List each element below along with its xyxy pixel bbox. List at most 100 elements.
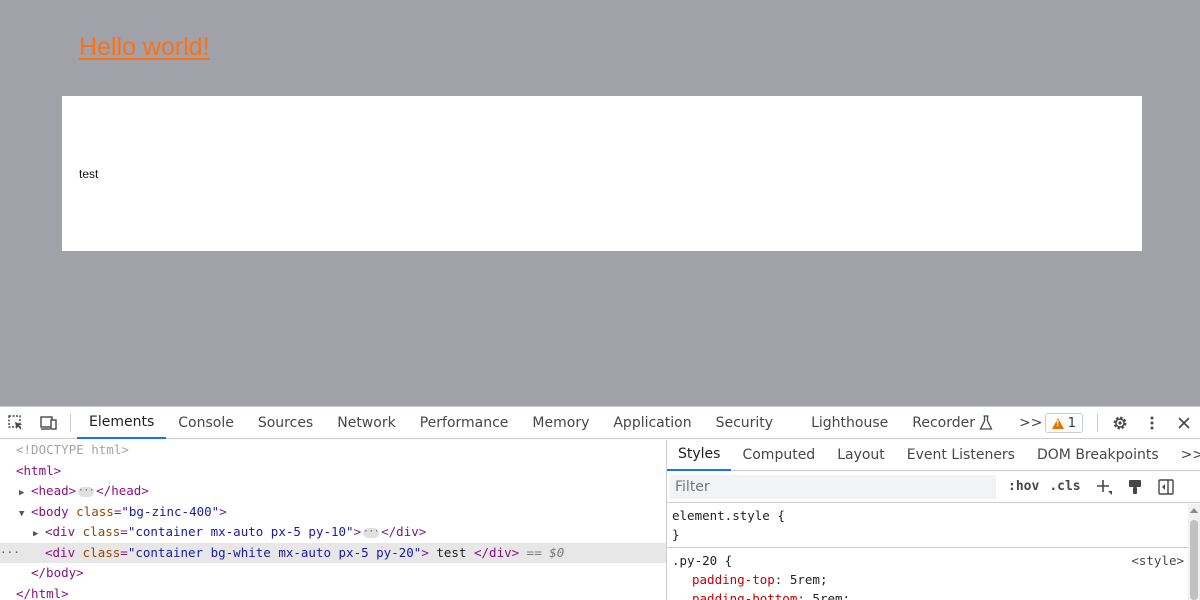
div2-open-tag: <div bbox=[45, 544, 76, 560]
elements-tree: <!DOCTYPE html> <html> ▶ <head> ··· </head>… bbox=[0, 440, 666, 600]
devtools-body: <!DOCTYPE html> <html> ▶ <head> ··· </head>… bbox=[0, 440, 1200, 600]
warning-icon bbox=[1051, 417, 1064, 429]
element-style-rule[interactable]: element.style { } bbox=[667, 503, 1200, 548]
devtools-toolbar: Elements Console Sources Network Perform… bbox=[0, 407, 1200, 439]
tab-memory[interactable]: Memory bbox=[520, 407, 601, 439]
add-rule-icon[interactable] bbox=[1095, 478, 1113, 496]
tab-recorder[interactable]: Recorder bbox=[900, 407, 979, 439]
div2-class-attr: class bbox=[82, 544, 121, 560]
div2-open-end: > bbox=[421, 544, 429, 560]
paint-brush-icon[interactable] bbox=[1127, 478, 1143, 496]
dom-node-div-1[interactable]: ▶ <div class="container mx-auto px-5 py-1… bbox=[0, 522, 666, 543]
hover-state-button[interactable]: :hov bbox=[1008, 479, 1039, 494]
tab-computed[interactable]: Computed bbox=[731, 440, 826, 471]
dom-node-html-close[interactable]: </html> bbox=[0, 584, 666, 600]
device-toolbar-icon[interactable] bbox=[32, 407, 64, 439]
head-open-tag: <head> bbox=[31, 483, 77, 498]
collapsed-ellipsis-icon[interactable]: ··· bbox=[78, 486, 94, 497]
styles-filter-row: :hov .cls bbox=[667, 471, 1200, 503]
style-source-link[interactable]: <style> bbox=[1131, 551, 1184, 570]
flask-icon bbox=[979, 414, 993, 431]
div2-text: test bbox=[428, 544, 474, 560]
dom-node-head[interactable]: ▶ <head> ··· </head> bbox=[0, 481, 666, 502]
prop-colon: : bbox=[774, 572, 790, 587]
container-text: test bbox=[79, 167, 99, 181]
scrollbar-thumb[interactable] bbox=[1190, 520, 1198, 600]
body-class-value: "bg-zinc-400" bbox=[121, 503, 220, 519]
tab-layout[interactable]: Layout bbox=[826, 440, 896, 471]
div1-close-tag: </div> bbox=[381, 524, 427, 539]
class-toggle-button[interactable]: .cls bbox=[1049, 479, 1080, 494]
py-20-selector: .py-20 { bbox=[672, 553, 733, 568]
toolbar-divider bbox=[70, 413, 71, 432]
warnings-badge[interactable]: 1 bbox=[1044, 413, 1083, 433]
body-open-end: > bbox=[219, 503, 227, 519]
tab-event-listeners[interactable]: Event Listeners bbox=[896, 440, 1026, 471]
div2-class-value: "container bg-white mx-auto px-5 py-20" bbox=[127, 544, 422, 560]
toolbar-divider-right bbox=[1097, 414, 1098, 432]
toggle-sidebar-icon[interactable] bbox=[1157, 478, 1175, 496]
inspect-element-icon[interactable] bbox=[0, 407, 32, 439]
tab-performance[interactable]: Performance bbox=[408, 407, 521, 439]
eq-sign: = bbox=[120, 544, 128, 560]
dom-node-body-close[interactable]: </body> bbox=[0, 563, 666, 584]
dom-node-body[interactable]: ▼ <body class="bg-zinc-400"> bbox=[0, 502, 666, 523]
tab-network[interactable]: Network bbox=[325, 407, 407, 439]
prop-name: padding-top bbox=[692, 572, 775, 587]
css-declaration[interactable]: padding-top: 5rem; bbox=[672, 570, 1195, 589]
css-declaration[interactable]: padding-bottom: 5rem; bbox=[672, 589, 1195, 600]
div1-class-value: "container mx-auto px-5 py-10" bbox=[127, 524, 354, 539]
prop-value: 5rem; bbox=[789, 572, 828, 587]
tab-sources[interactable]: Sources bbox=[246, 407, 325, 439]
devtools-panel: Elements Console Sources Network Perform… bbox=[0, 406, 1200, 600]
tab-application[interactable]: Application bbox=[601, 407, 703, 439]
styles-scrollbar[interactable] bbox=[1188, 504, 1200, 600]
div1-class-attr: class bbox=[82, 524, 121, 539]
tab-lighthouse[interactable]: Lighthouse bbox=[799, 407, 900, 439]
dom-node-doctype[interactable]: <!DOCTYPE html> bbox=[0, 440, 666, 461]
kebab-menu-icon[interactable] bbox=[1136, 407, 1168, 439]
tab-console[interactable]: Console bbox=[166, 407, 246, 439]
styles-filter-input[interactable] bbox=[670, 474, 996, 499]
tab-security[interactable]: Security bbox=[704, 407, 800, 439]
tab-elements[interactable]: Elements bbox=[77, 407, 167, 439]
white-container: test bbox=[62, 96, 1142, 251]
prop-value: 5rem; bbox=[812, 591, 851, 600]
collapse-triangle-icon[interactable]: ▼ bbox=[19, 504, 31, 525]
close-icon[interactable] bbox=[1168, 407, 1200, 439]
element-style-selector: element.style { bbox=[672, 508, 785, 523]
html-close-tag: </html> bbox=[16, 585, 69, 600]
warning-count: 1 bbox=[1067, 415, 1076, 431]
scroll-up-arrow-icon[interactable] bbox=[1190, 508, 1198, 513]
element-style-close: } bbox=[672, 527, 680, 542]
tab-dom-breakpoints[interactable]: DOM Breakpoints bbox=[1026, 440, 1170, 471]
gutter-dots[interactable]: ··· bbox=[0, 543, 20, 564]
sidebar-tabs: Styles Computed Layout Event Listeners D… bbox=[667, 440, 1200, 471]
expand-triangle-icon[interactable]: ▶ bbox=[33, 524, 45, 545]
prop-colon: : bbox=[797, 591, 813, 600]
body-open-tag: <body bbox=[31, 503, 69, 519]
div2-close-tag: </div> bbox=[474, 544, 520, 560]
prop-name: padding-bottom bbox=[692, 591, 798, 600]
dom-node-div-2-selected[interactable]: ··· <div class="container bg-white mx-aut… bbox=[0, 542, 666, 564]
html-open-tag: <html> bbox=[16, 462, 62, 478]
eq-sign: = bbox=[120, 524, 128, 539]
doctype-text: <!DOCTYPE html> bbox=[16, 442, 129, 457]
selected-ref: == $0 bbox=[519, 544, 565, 560]
gear-icon[interactable] bbox=[1104, 407, 1136, 439]
page-viewport: Hello world! test bbox=[0, 0, 1200, 406]
dom-node-html[interactable]: <html> bbox=[0, 461, 666, 482]
hello-world-link[interactable]: Hello world! bbox=[79, 33, 210, 62]
head-close-tag: </head> bbox=[96, 483, 149, 498]
body-class-attr: class bbox=[76, 503, 114, 519]
py-20-rule[interactable]: .py-20 { <style> padding-top: 5rem; padd… bbox=[667, 548, 1200, 600]
styles-sidebar: Styles Computed Layout Event Listeners D… bbox=[666, 440, 1200, 600]
collapsed-ellipsis-icon[interactable]: ··· bbox=[363, 527, 379, 538]
tab-styles[interactable]: Styles bbox=[667, 440, 732, 471]
body-close-tag: </body> bbox=[31, 565, 84, 580]
div1-open-tag: <div bbox=[45, 524, 76, 539]
toolbar-right: 1 bbox=[1044, 407, 1200, 439]
expand-triangle-icon[interactable]: ▶ bbox=[19, 483, 31, 504]
div1-open-end: > bbox=[353, 524, 362, 539]
more-sidebar-tabs-button[interactable]: >> bbox=[1170, 440, 1200, 471]
